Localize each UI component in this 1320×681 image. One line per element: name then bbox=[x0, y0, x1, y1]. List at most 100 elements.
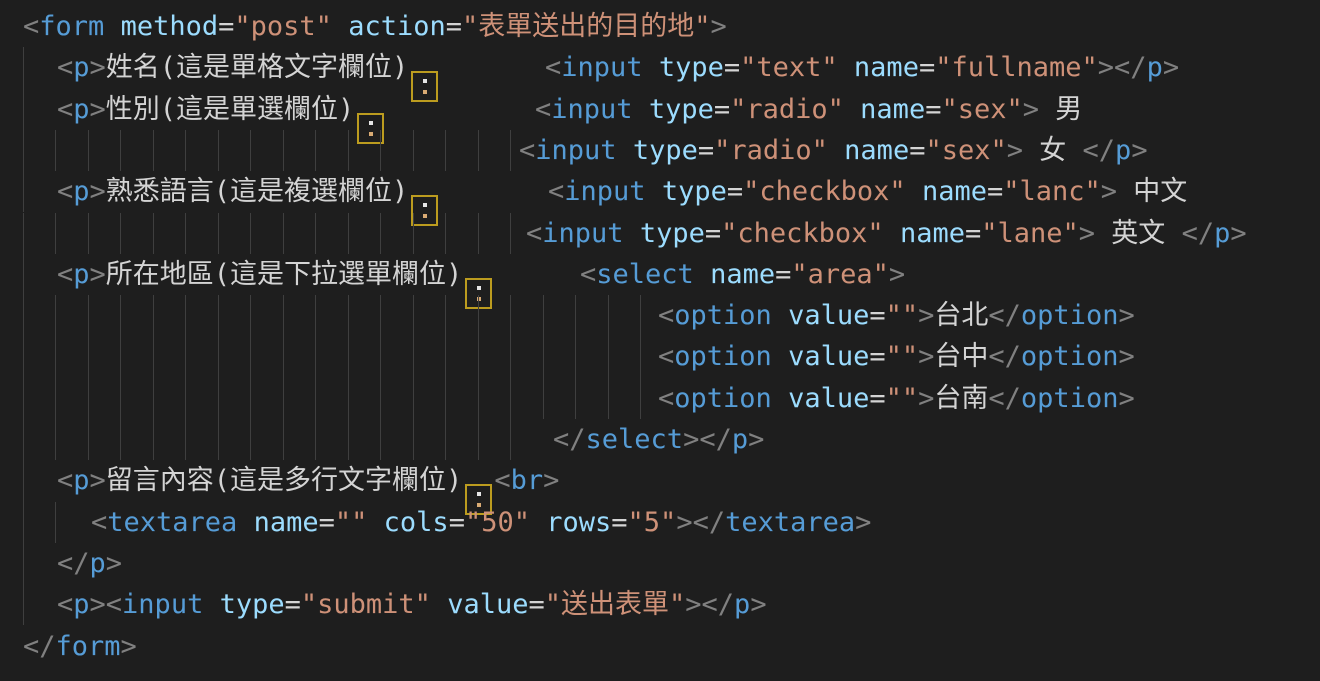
code-token: = bbox=[528, 589, 544, 620]
code-token: = bbox=[698, 135, 714, 166]
code-token: "表單送出的目的地" bbox=[462, 11, 711, 42]
code-line: <option value="">台中</option> bbox=[0, 336, 1320, 377]
code-token: option bbox=[1021, 300, 1119, 331]
code-segment: </select></p> bbox=[553, 419, 764, 460]
code-editor[interactable]: <form method="post" action="表單送出的目的地"><p… bbox=[0, 0, 1320, 681]
code-line: <option value="">台南</option> bbox=[0, 378, 1320, 419]
indent-guide bbox=[218, 295, 219, 336]
code-token: "sex" bbox=[925, 135, 1006, 166]
indent-guide bbox=[478, 295, 479, 336]
indent-guide bbox=[283, 213, 284, 254]
code-segment: </form> bbox=[23, 626, 137, 667]
code-token bbox=[694, 259, 710, 290]
indent-guide bbox=[445, 378, 446, 419]
code-token: "" bbox=[886, 341, 919, 372]
code-token bbox=[431, 589, 447, 620]
indent-guide bbox=[575, 336, 576, 377]
indent-guide bbox=[283, 295, 284, 336]
code-token: > bbox=[1118, 300, 1134, 331]
indent-guide bbox=[88, 336, 89, 377]
indent-guide bbox=[413, 295, 414, 336]
indent-guide bbox=[185, 336, 186, 377]
code-token: = bbox=[775, 259, 791, 290]
indent-guide bbox=[348, 295, 349, 336]
code-line: <option value="">台北</option> bbox=[0, 295, 1320, 336]
code-token: = bbox=[869, 341, 885, 372]
indent-guide bbox=[23, 47, 24, 88]
code-line: <p><input type="submit" value="送出表單"></p… bbox=[0, 584, 1320, 625]
code-token: "checkbox" bbox=[721, 218, 884, 249]
indent-guide bbox=[23, 171, 24, 212]
indent-guide bbox=[250, 213, 251, 254]
indent-guide bbox=[543, 336, 544, 377]
indent-guide bbox=[250, 378, 251, 419]
indent-guide bbox=[88, 295, 89, 336]
code-token: = bbox=[218, 11, 234, 42]
code-token: "text" bbox=[740, 52, 838, 83]
code-token: = bbox=[925, 94, 941, 125]
code-token: ></ bbox=[1098, 52, 1147, 83]
code-token: p bbox=[732, 424, 748, 455]
indent-guide bbox=[640, 378, 641, 419]
code-token: > bbox=[90, 465, 106, 496]
indent-guide bbox=[120, 295, 121, 336]
indent-guide bbox=[478, 378, 479, 419]
code-token: p bbox=[73, 589, 89, 620]
code-token bbox=[772, 341, 788, 372]
code-token: > bbox=[918, 383, 934, 414]
code-token: = bbox=[714, 94, 730, 125]
indent-guide bbox=[380, 378, 381, 419]
code-token bbox=[643, 52, 659, 83]
code-token: < bbox=[57, 94, 73, 125]
code-token: select bbox=[596, 259, 694, 290]
code-token: action bbox=[348, 11, 446, 42]
code-token bbox=[617, 135, 633, 166]
indent-guide bbox=[543, 378, 544, 419]
code-token: 留言內容(這是多行文字欄位) bbox=[106, 465, 463, 496]
code-token: < bbox=[23, 11, 39, 42]
code-token: </ bbox=[23, 631, 56, 662]
code-token bbox=[884, 218, 900, 249]
code-token: textarea bbox=[107, 507, 237, 538]
code-token: 熟悉語言(這是複選欄位) bbox=[106, 176, 409, 207]
indent-guide bbox=[55, 419, 56, 460]
indent-guide bbox=[315, 213, 316, 254]
code-token: "area" bbox=[791, 259, 889, 290]
indent-guide bbox=[445, 336, 446, 377]
code-token: type bbox=[633, 135, 698, 166]
code-line: <input type="checkbox" name="lane"> 英文 <… bbox=[0, 213, 1320, 254]
indent-guide bbox=[380, 336, 381, 377]
code-token: = bbox=[727, 176, 743, 207]
indent-guide bbox=[510, 378, 511, 419]
code-token: > bbox=[918, 341, 934, 372]
code-token bbox=[772, 383, 788, 414]
code-token: form bbox=[39, 11, 104, 42]
code-token: "" bbox=[335, 507, 368, 538]
code-token: </ bbox=[553, 424, 586, 455]
code-token bbox=[828, 135, 844, 166]
code-token bbox=[104, 11, 120, 42]
indent-guide bbox=[510, 419, 511, 460]
code-token: name bbox=[860, 94, 925, 125]
code-token: "50" bbox=[465, 507, 530, 538]
code-token: > bbox=[1101, 176, 1117, 207]
code-token: < bbox=[57, 465, 73, 496]
code-token: > bbox=[1230, 218, 1246, 249]
indent-guide bbox=[120, 130, 121, 171]
indent-guide bbox=[55, 336, 56, 377]
indent-guide bbox=[23, 336, 24, 377]
code-token: > bbox=[1023, 94, 1039, 125]
indent-guide bbox=[478, 213, 479, 254]
code-segment: <input type="radio" name="sex"> 男 bbox=[535, 89, 1082, 130]
indent-guide bbox=[445, 419, 446, 460]
code-token: 中文 bbox=[1117, 176, 1187, 207]
indent-guide bbox=[413, 130, 414, 171]
code-segment: <select name="area"> bbox=[580, 254, 905, 295]
colon-glyph-dot bbox=[423, 203, 427, 207]
code-token bbox=[844, 94, 860, 125]
code-token: type bbox=[659, 52, 724, 83]
code-token: option bbox=[1021, 383, 1119, 414]
code-line: <p>所在地區(這是下拉選單欄位)<select name="area"> bbox=[0, 254, 1320, 295]
code-line: <form method="post" action="表單送出的目的地"> bbox=[0, 6, 1320, 47]
code-token: > bbox=[855, 507, 871, 538]
